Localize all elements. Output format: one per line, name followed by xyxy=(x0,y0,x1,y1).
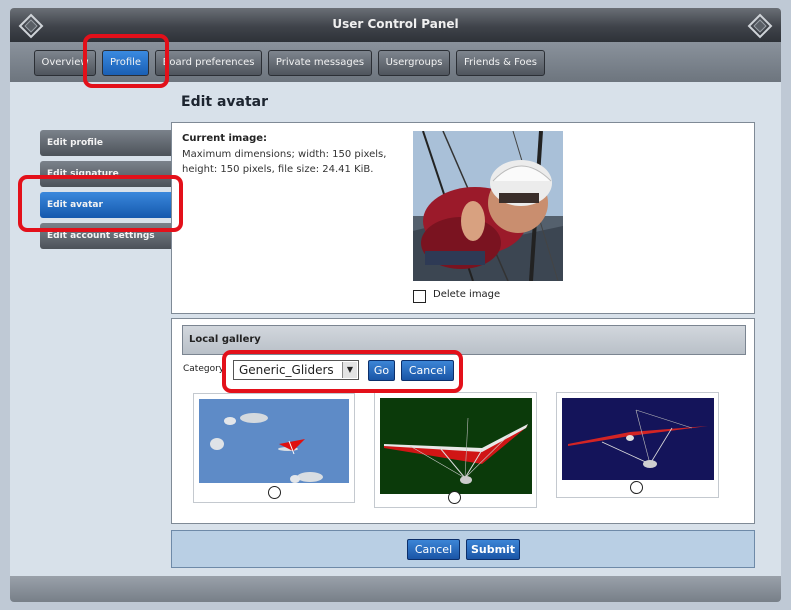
category-select[interactable]: Generic_Gliders ▼ xyxy=(233,360,359,380)
sidebar-item-edit-account-settings[interactable]: Edit account settings xyxy=(40,223,171,249)
avatar-dimensions-line1: Maximum dimensions; width: 150 pixels, xyxy=(182,149,387,160)
form-footer: Cancel Submit xyxy=(171,530,755,568)
sidebar-item-edit-signature[interactable]: Edit signature xyxy=(40,161,171,187)
gallery-heading: Local gallery xyxy=(182,325,746,355)
tab-profile[interactable]: Profile xyxy=(102,50,149,76)
go-button[interactable]: Go xyxy=(368,360,395,381)
tab-usergroups[interactable]: Usergroups xyxy=(378,50,450,76)
gallery-radio-1[interactable] xyxy=(268,486,281,499)
sidebar-item-edit-profile[interactable]: Edit profile xyxy=(40,130,171,156)
current-avatar-image xyxy=(413,131,563,281)
current-image-panel: Current image: Maximum dimensions; width… xyxy=(171,122,755,314)
chevron-down-icon: ▼ xyxy=(342,362,357,378)
tab-bar: Overview Profile Board preferences Priva… xyxy=(10,42,781,82)
delete-image-label: Delete image xyxy=(433,289,501,300)
diamond-right-icon xyxy=(747,13,773,39)
title-bar: User Control Panel xyxy=(10,8,781,42)
sidebar-item-edit-avatar[interactable]: Edit avatar xyxy=(40,192,171,218)
cloudy-glider-thumbnail xyxy=(199,399,349,483)
tab-board-preferences[interactable]: Board preferences xyxy=(155,50,262,76)
category-select-value: Generic_Gliders xyxy=(239,363,334,377)
tab-overview[interactable]: Overview xyxy=(34,50,96,76)
blue-glider-thumbnail xyxy=(562,398,714,480)
window-title: User Control Panel xyxy=(332,17,459,31)
avatar-dimensions-line2: height: 150 pixels, file size: 24.41 KiB… xyxy=(182,164,374,175)
local-gallery-panel: Local gallery Category: Generic_Gliders … xyxy=(171,318,755,524)
bottom-bar xyxy=(10,576,781,602)
gallery-option-2[interactable] xyxy=(374,392,537,508)
gallery-radio-3[interactable] xyxy=(630,481,643,494)
tab-private-messages[interactable]: Private messages xyxy=(268,50,372,76)
gallery-option-3[interactable] xyxy=(556,392,719,498)
submit-button[interactable]: Submit xyxy=(466,539,520,560)
page-title: Edit avatar xyxy=(181,94,269,110)
cancel-button[interactable]: Cancel xyxy=(407,539,460,560)
window-frame: User Control Panel Overview Profile Boar… xyxy=(0,0,791,610)
gallery-cancel-button[interactable]: Cancel xyxy=(401,360,454,381)
current-image-heading: Current image: xyxy=(182,133,268,144)
red-glider-thumbnail xyxy=(380,398,532,494)
delete-image-checkbox[interactable] xyxy=(413,290,426,303)
category-label: Category: xyxy=(183,364,227,374)
gallery-radio-2[interactable] xyxy=(448,491,461,504)
gallery-option-1[interactable] xyxy=(193,393,355,503)
tab-friends-foes[interactable]: Friends & Foes xyxy=(456,50,545,76)
